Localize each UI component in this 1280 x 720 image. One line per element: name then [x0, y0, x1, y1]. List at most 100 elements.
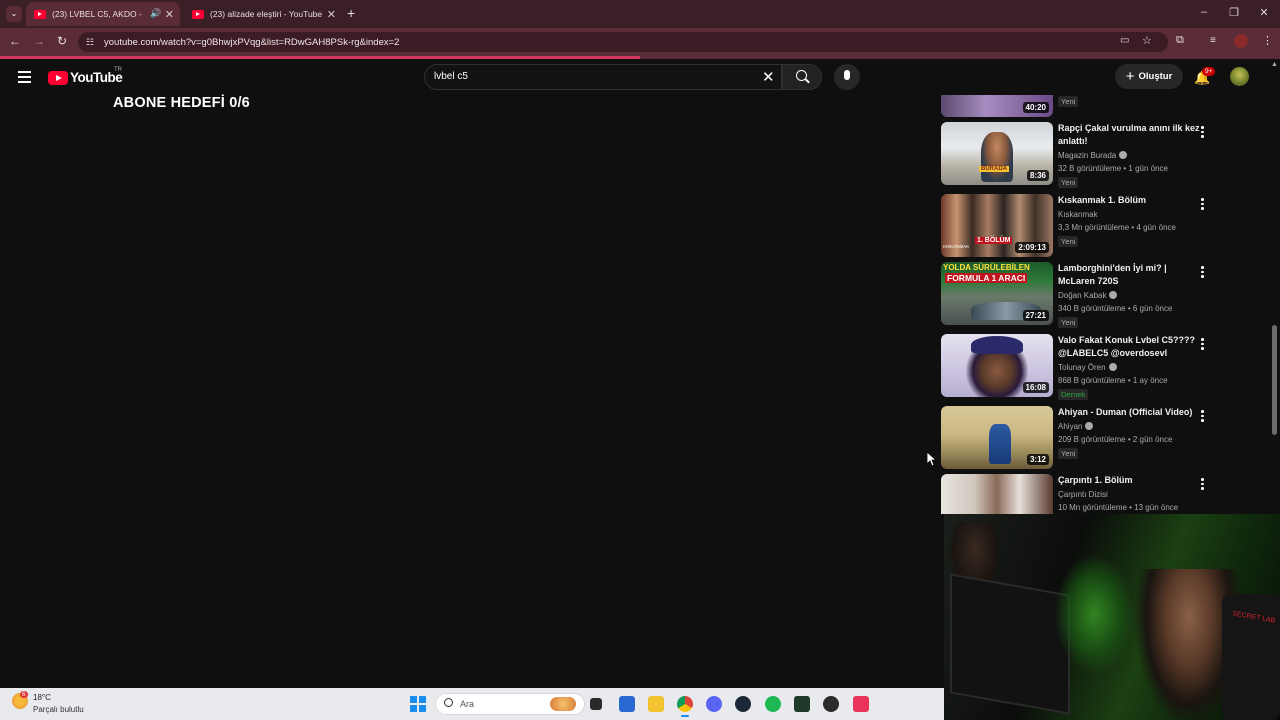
- video-thumbnail[interactable]: 16:08: [941, 334, 1053, 397]
- voice-search-button[interactable]: [834, 64, 860, 90]
- chrome-icon[interactable]: [677, 696, 693, 717]
- video-thumbnail[interactable]: 1. BÖLÜM KISKANMAK 2:09:13: [941, 194, 1053, 257]
- video-meta: 3,3 Mn görüntüleme • 4 gün önce: [1058, 223, 1176, 232]
- scrollbar[interactable]: [1270, 59, 1280, 514]
- video-title[interactable]: Çarpıntı 1. Bölüm: [1058, 474, 1200, 487]
- terminal-icon[interactable]: [794, 696, 810, 712]
- more-actions-icon[interactable]: [1201, 266, 1205, 280]
- profile-icon[interactable]: [1234, 34, 1248, 48]
- more-actions-icon[interactable]: [1201, 410, 1205, 424]
- channel-name[interactable]: Çarpıntı Dizisi: [1058, 490, 1108, 499]
- back-icon[interactable]: ←: [9, 34, 21, 48]
- weather-description[interactable]: Parçalı bulutlu: [33, 705, 84, 714]
- thumb-title-text: 1. BÖLÜM: [975, 237, 1013, 244]
- channel-label: Tolunay Ören: [1058, 363, 1106, 372]
- video-duration: 2:09:13: [1015, 242, 1049, 253]
- new-tab-button[interactable]: +: [347, 5, 355, 21]
- tab-active[interactable]: (23) LVBEL C5, AKDO - COC 🔊 ✕: [26, 2, 180, 26]
- url-text[interactable]: youtube.com/watch?v=g0BhwjxPVqg&list=RDw…: [104, 37, 399, 48]
- video-thumbnail[interactable]: 40:20: [941, 95, 1053, 117]
- restore-icon[interactable]: ❐: [1224, 6, 1244, 19]
- search-icon: [444, 698, 453, 707]
- channel-name[interactable]: Kıskanmak: [1058, 210, 1098, 219]
- scrollbar-thumb[interactable]: [1272, 325, 1277, 435]
- tab-label: (23) LVBEL C5, AKDO - COC: [52, 9, 144, 19]
- video-thumbnail[interactable]: BURADA 8:36: [941, 122, 1053, 185]
- channel-name[interactable]: Tolunay Ören: [1058, 363, 1117, 372]
- more-actions-icon[interactable]: [1201, 126, 1205, 140]
- bookmark-star-icon[interactable]: ☆: [1142, 34, 1152, 47]
- video-thumbnail[interactable]: [941, 474, 1053, 514]
- video-title[interactable]: Valo Fakat Konuk Lvbel C5???? @LABELC5 @…: [1058, 334, 1200, 360]
- video-title[interactable]: Ahiyan - Duman (Official Video): [1058, 406, 1200, 419]
- create-button[interactable]: + Oluştur: [1115, 64, 1183, 89]
- list-item[interactable]: Çarpıntı 1. Bölüm Çarpıntı Dizisi 10 Mn …: [941, 474, 1211, 514]
- more-actions-icon[interactable]: [1201, 338, 1205, 352]
- channel-label: Magazin Burada: [1058, 151, 1117, 160]
- chair-logo-text: SECRET LAB: [1231, 610, 1276, 625]
- video-thumbnail[interactable]: YOLDA SÜRÜLEBİLEN FORMULA 1 ARACI 27:21: [941, 262, 1053, 325]
- channel-name[interactable]: Ahiyan: [1058, 422, 1094, 431]
- thumb-hat: [971, 336, 1023, 354]
- search-input[interactable]: [424, 64, 782, 90]
- list-item[interactable]: 3:12 Ahiyan - Duman (Official Video) Ahi…: [941, 406, 1211, 470]
- channel-label: Ahiyan: [1058, 422, 1083, 431]
- video-meta: 868 B görüntüleme • 1 ay önce: [1058, 376, 1168, 385]
- obs-icon[interactable]: [823, 696, 839, 712]
- steam-icon[interactable]: [735, 696, 751, 712]
- list-item[interactable]: 16:08 Valo Fakat Konuk Lvbel C5???? @LAB…: [941, 334, 1211, 400]
- more-actions-icon[interactable]: [1201, 198, 1205, 212]
- reload-icon[interactable]: ↻: [57, 34, 67, 48]
- forward-icon[interactable]: →: [33, 34, 45, 48]
- video-title[interactable]: Kıskanmak 1. Bölüm: [1058, 194, 1200, 207]
- extensions-icon[interactable]: ⧉: [1176, 34, 1184, 47]
- avatar[interactable]: [1230, 67, 1249, 86]
- create-label: Oluştur: [1138, 71, 1173, 82]
- member-badge: Dernek: [1058, 389, 1089, 400]
- video-title[interactable]: Rapçi Çakal vurulma anını ilk kez anlatt…: [1058, 122, 1200, 148]
- scroll-up-icon[interactable]: ▲: [1271, 61, 1278, 68]
- notification-count: 9+: [1202, 67, 1216, 76]
- task-view-icon[interactable]: [590, 698, 602, 710]
- spotify-icon[interactable]: [765, 696, 781, 712]
- list-item[interactable]: YOLDA SÜRÜLEBİLEN FORMULA 1 ARACI 27:21 …: [941, 262, 1211, 328]
- verified-icon: [1109, 291, 1118, 299]
- close-window-icon[interactable]: ✕: [1254, 6, 1274, 19]
- close-tab-icon[interactable]: ✕: [165, 8, 174, 21]
- weather-temperature[interactable]: 18°C: [33, 693, 51, 702]
- webcam-chair: SECRET LAB: [1222, 594, 1280, 720]
- video-thumbnail[interactable]: 3:12: [941, 406, 1053, 469]
- new-badge: Yeni: [1058, 317, 1079, 328]
- list-item[interactable]: 40:20 Yeni: [941, 95, 1211, 117]
- mouse-cursor-icon: [926, 451, 938, 471]
- close-tab-icon[interactable]: ✕: [327, 8, 336, 21]
- pocket-icon[interactable]: [853, 696, 869, 712]
- search-value[interactable]: lvbel c5: [434, 71, 468, 82]
- cast-icon[interactable]: ▭: [1120, 35, 1129, 46]
- tab-inactive[interactable]: (23) alizade eleştiri - YouTube ✕: [184, 2, 342, 26]
- taskbar-search-placeholder[interactable]: Ara: [460, 699, 474, 709]
- discord-icon[interactable]: [706, 696, 722, 712]
- minimize-icon[interactable]: –: [1194, 6, 1214, 18]
- site-info-icon[interactable]: ☷: [86, 37, 94, 48]
- thumb-logo-text: KISKANMAK: [943, 244, 970, 249]
- channel-name[interactable]: Doğan Kabak: [1058, 291, 1118, 300]
- browser-menu-icon[interactable]: ⋮: [1262, 34, 1273, 47]
- video-title[interactable]: Lamborghini'den İyi mi? | McLaren 720S: [1058, 262, 1200, 288]
- speaker-icon[interactable]: 🔊: [150, 8, 161, 19]
- list-item[interactable]: BURADA 8:36 Rapçi Çakal vurulma anını il…: [941, 122, 1211, 188]
- youtube-logo[interactable]: YouTube TR: [48, 67, 123, 85]
- new-badge: Yeni: [1058, 96, 1079, 107]
- menu-icon[interactable]: [18, 71, 31, 86]
- channel-name[interactable]: Magazin Burada: [1058, 151, 1128, 160]
- list-item[interactable]: 1. BÖLÜM KISKANMAK 2:09:13 Kıskanmak 1. …: [941, 194, 1211, 258]
- start-button-icon[interactable]: [410, 696, 426, 712]
- tab-search-button[interactable]: ⌄: [6, 6, 22, 22]
- verified-icon: [1108, 363, 1117, 371]
- file-explorer-icon[interactable]: [648, 696, 664, 712]
- youtube-favicon-icon: [192, 9, 204, 19]
- clear-search-icon[interactable]: ✕: [762, 68, 775, 86]
- more-actions-icon[interactable]: [1201, 478, 1205, 492]
- store-icon[interactable]: [619, 696, 635, 712]
- reading-list-icon[interactable]: ≡: [1210, 35, 1216, 46]
